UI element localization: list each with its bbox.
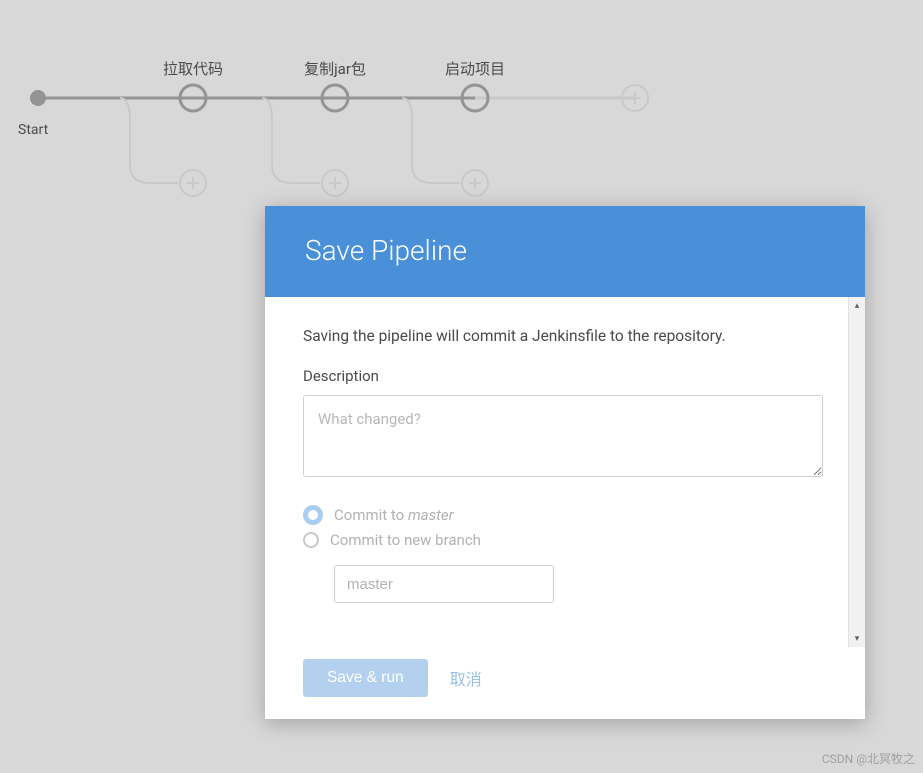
commit-to-new-branch-label: Commit to new branch — [330, 531, 481, 549]
modal-intro-text: Saving the pipeline will commit a Jenkin… — [303, 327, 810, 345]
save-run-button[interactable]: Save & run — [303, 659, 428, 697]
modal-body: Saving the pipeline will commit a Jenkin… — [265, 297, 848, 647]
commit-to-master-label: Commit to master — [334, 506, 454, 524]
modal-footer: Save & run 取消 — [265, 647, 865, 719]
commit-to-master-radio[interactable]: Commit to master — [303, 505, 810, 525]
commit-target-radio-group: Commit to master Commit to new branch — [303, 505, 810, 603]
radio-unselected-icon — [303, 532, 319, 548]
description-label: Description — [303, 367, 810, 385]
radio-selected-icon — [303, 505, 323, 525]
branch-name-input[interactable] — [334, 565, 554, 603]
modal-title: Save Pipeline — [265, 206, 865, 297]
scroll-up-arrow-icon[interactable]: ▴ — [849, 297, 865, 314]
scroll-track[interactable] — [849, 314, 865, 630]
modal-overlay: Save Pipeline Saving the pipeline will c… — [0, 0, 923, 773]
scrollbar[interactable]: ▴ ▾ — [848, 297, 865, 647]
scroll-down-arrow-icon[interactable]: ▾ — [849, 630, 865, 647]
description-input[interactable] — [303, 395, 823, 477]
commit-to-new-branch-radio[interactable]: Commit to new branch — [303, 531, 810, 549]
cancel-button[interactable]: 取消 — [450, 666, 482, 690]
save-pipeline-modal: Save Pipeline Saving the pipeline will c… — [265, 206, 865, 719]
watermark-text: CSDN @北冥牧之 — [822, 750, 915, 767]
